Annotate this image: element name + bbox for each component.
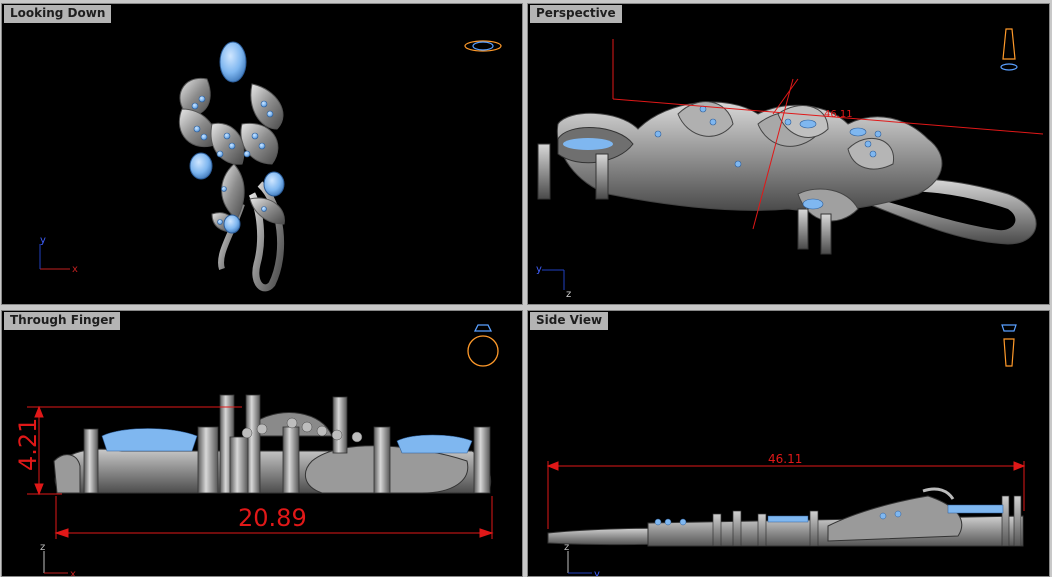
axis-x-label: x bbox=[72, 264, 78, 275]
axis-indicator: z x bbox=[40, 542, 76, 577]
axis-indicator: y z bbox=[536, 264, 571, 300]
pendant-top-view bbox=[178, 41, 285, 292]
axis-y-label: z bbox=[40, 542, 45, 553]
axis-y-label: z bbox=[566, 289, 571, 300]
viewport-label[interactable]: Perspective bbox=[530, 5, 622, 23]
perspective-scene: 46.11 y z bbox=[536, 28, 1044, 300]
axis-y-label: y bbox=[40, 235, 46, 246]
viewport-label[interactable]: Side View bbox=[530, 312, 609, 330]
viewport-side-view[interactable]: Side View 46.11 z y bbox=[527, 310, 1050, 577]
width-dimension-label: 46.11 bbox=[768, 452, 802, 466]
ring-front-icon bbox=[467, 324, 499, 367]
height-dimension-label: 4.21 bbox=[14, 418, 42, 471]
perspective-dimension-label: 46.11 bbox=[824, 109, 853, 120]
axis-indicator: x y bbox=[39, 235, 78, 275]
ring-orientation-icon bbox=[464, 40, 502, 52]
looking-down-scene: x y bbox=[39, 40, 502, 292]
axis-y-label: z bbox=[564, 542, 569, 553]
viewport-looking-down[interactable]: Looking Down x y bbox=[1, 3, 523, 305]
side-orientation-icon bbox=[1001, 324, 1017, 367]
pendant-side-view bbox=[547, 487, 1024, 547]
axis-indicator: z y bbox=[564, 542, 600, 577]
through-finger-scene: 4.21 20.89 z x bbox=[14, 324, 499, 577]
axis-x-label: y bbox=[594, 569, 600, 577]
side-view-scene: 46.11 z y bbox=[546, 324, 1026, 577]
pendant-perspective bbox=[537, 101, 1037, 255]
axis-x-label: x bbox=[70, 569, 76, 577]
axis-x-label: y bbox=[536, 264, 542, 275]
side-orientation-icon bbox=[1000, 28, 1018, 71]
viewport-label[interactable]: Looking Down bbox=[4, 5, 112, 23]
width-dimension-label: 20.89 bbox=[238, 504, 307, 532]
viewport-label[interactable]: Through Finger bbox=[4, 312, 121, 330]
viewport-through-finger[interactable]: Through Finger 4.21 20.89 z x bbox=[1, 310, 523, 577]
viewport-perspective[interactable]: Perspective 46.11 y z bbox=[527, 3, 1050, 305]
pendant-front-view bbox=[53, 394, 492, 494]
